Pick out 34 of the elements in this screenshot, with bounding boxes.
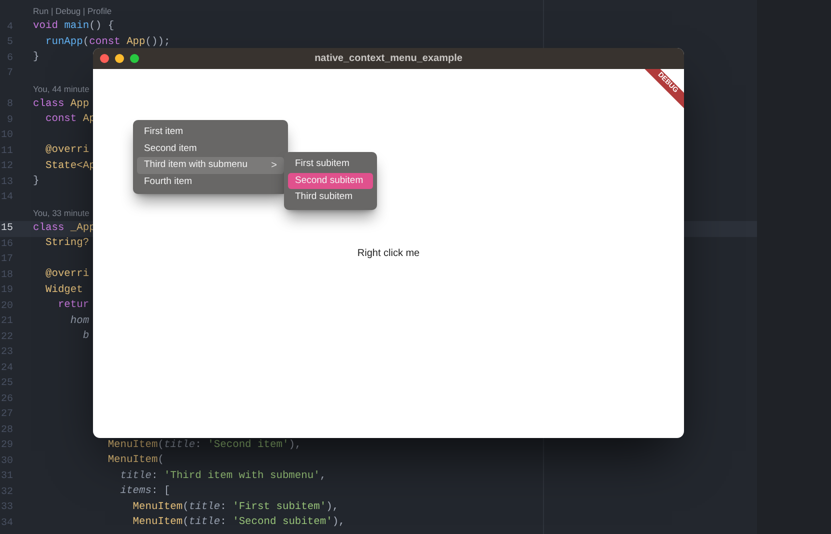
code-line: MenuItem(title: 'First subitem'), [132, 500, 339, 515]
code-line: hom [69, 314, 90, 329]
window-title: native_context_menu_example [314, 52, 462, 66]
code-line: b [82, 329, 90, 344]
code-line: MenuItem(title: 'Second subitem'), [132, 515, 345, 530]
code-line: @overri [44, 143, 90, 158]
close-button[interactable] [100, 54, 109, 63]
menu-item[interactable]: Fourth item [137, 174, 284, 190]
line-number: 15 [0, 222, 13, 236]
code-annotation[interactable]: Run | Debug | Profile [33, 5, 112, 18]
code-line: MenuItem( [106, 453, 164, 468]
code-line: String? [44, 236, 90, 252]
submenu-item[interactable]: Second subitem [288, 172, 373, 189]
menu-item[interactable]: Third item with submenu > [137, 157, 284, 174]
code-line: } [33, 50, 40, 66]
code-line: items: [ [119, 484, 170, 500]
submenu-item[interactable]: First subitem [288, 156, 373, 172]
code-annotation[interactable]: You, 33 minute [33, 206, 90, 220]
code-line: Widget [44, 282, 83, 298]
submenu-item[interactable]: Third subitem [288, 189, 373, 206]
code-line: } [33, 174, 40, 190]
code-line: retur [56, 298, 90, 314]
code-line: MenuItem(title: 'Second item'), [106, 438, 302, 453]
code-annotation[interactable]: You, 44 minute [33, 82, 90, 96]
body-text: Right click me [357, 247, 420, 261]
code-line: void main() { [33, 19, 114, 34]
code-line: class App [33, 96, 90, 112]
minimize-button[interactable] [115, 54, 124, 63]
code-line: title: 'Third item with submenu', [119, 468, 326, 484]
code-line: @overri [44, 267, 90, 282]
code-line: runApp(const App()); [44, 34, 170, 50]
menu-item[interactable]: First item [137, 124, 284, 140]
menu-item[interactable]: Second item [137, 140, 284, 157]
zoom-button[interactable] [130, 54, 139, 63]
